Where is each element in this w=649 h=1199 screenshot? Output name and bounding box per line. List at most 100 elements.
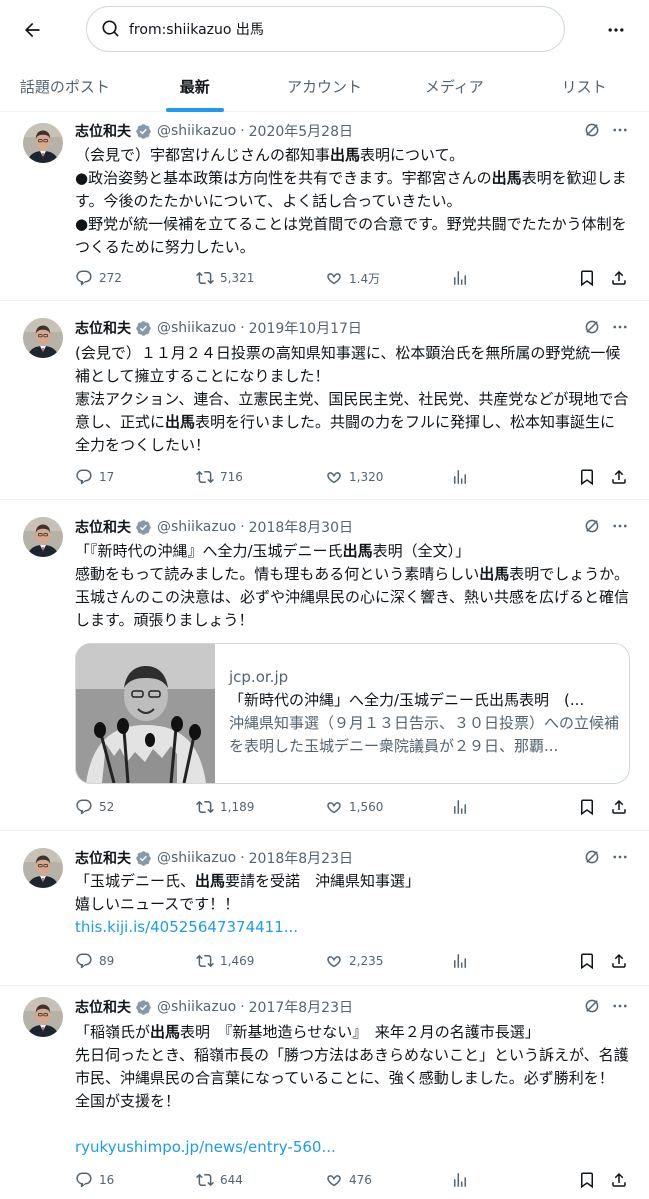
reply-count: 89: [99, 954, 115, 968]
tab-top[interactable]: 話題のポスト: [0, 60, 130, 112]
share-button[interactable]: [610, 798, 634, 816]
share-icon: [610, 952, 628, 970]
highlight-term: 出馬: [150, 1023, 181, 1041]
grok-icon[interactable]: [583, 848, 601, 866]
search-input[interactable]: [129, 21, 529, 37]
tweet[interactable]: 志位和夫 @shiikazuo · 2020年5月28日 （会見で）宇都宮けんじ…: [0, 113, 649, 301]
grok-icon[interactable]: [583, 997, 601, 1015]
grok-icon[interactable]: [583, 121, 601, 139]
reply-button[interactable]: 272: [75, 269, 122, 287]
author-name[interactable]: 志位和夫: [75, 121, 131, 141]
search-box[interactable]: [86, 6, 565, 52]
author-name[interactable]: 志位和夫: [75, 517, 131, 537]
share-icon: [610, 798, 628, 816]
avatar[interactable]: [23, 517, 63, 557]
tab-label: アカウント: [286, 77, 362, 96]
tweet-more-button[interactable]: [610, 318, 630, 336]
tab-label: リスト: [561, 77, 607, 96]
tab-label: 話題のポスト: [19, 77, 110, 96]
views-button[interactable]: [451, 269, 475, 287]
text-line: (会見で）１１月２４日投票の高知県知事選に、松本顕治氏を無所属の野党統一候補とし…: [75, 344, 621, 385]
views-button[interactable]: [451, 798, 475, 816]
bookmark-button[interactable]: [578, 269, 602, 287]
tab-media[interactable]: メディア: [389, 60, 519, 112]
retweet-button[interactable]: 5,321: [196, 269, 254, 287]
share-button[interactable]: [610, 269, 634, 287]
views-button[interactable]: [451, 468, 475, 486]
author-handle[interactable]: @shiikazuo: [157, 999, 236, 1015]
author-handle[interactable]: @shiikazuo: [157, 320, 236, 336]
retweet-icon: [196, 1171, 214, 1189]
tweet[interactable]: 志位和夫 @shiikazuo · 2018年8月23日 「玉城デニー氏、出馬要…: [0, 832, 649, 986]
tab-lists[interactable]: リスト: [519, 60, 649, 112]
reply-button[interactable]: 89: [75, 952, 114, 970]
verified-badge-icon: [135, 999, 152, 1016]
more-options-button[interactable]: [600, 14, 632, 46]
tweet-more-button[interactable]: [610, 848, 630, 866]
tab-label: メディア: [424, 77, 484, 96]
tweet-more-button[interactable]: [610, 997, 630, 1015]
more-dots-icon: [611, 517, 629, 535]
grok-icon[interactable]: [583, 517, 601, 535]
bookmark-button[interactable]: [578, 798, 602, 816]
bookmark-button[interactable]: [578, 468, 602, 486]
tweet[interactable]: 志位和夫 @shiikazuo · 2017年8月23日 「稲嶺氏が出馬表明 『…: [0, 987, 649, 1199]
highlight-term: 出馬: [165, 413, 196, 431]
reply-button[interactable]: 52: [75, 798, 114, 816]
bookmark-button[interactable]: [578, 1171, 602, 1189]
reply-button[interactable]: 17: [75, 468, 114, 486]
views-button[interactable]: [451, 952, 475, 970]
tweet-text: (会見で）１１月２４日投票の高知県知事選に、松本顕治氏を無所属の野党統一候補とし…: [75, 342, 630, 457]
tab-accounts[interactable]: アカウント: [260, 60, 390, 112]
text-line: 先日伺ったとき、稲嶺市長の「勝つ方法はあきらめないこと」という訴えが、名護市民、…: [75, 1046, 629, 1110]
author-handle[interactable]: @shiikazuo: [157, 519, 236, 535]
tweet-date[interactable]: 2018年8月23日: [249, 848, 353, 868]
views-button[interactable]: [451, 1171, 475, 1189]
retweet-button[interactable]: 716: [196, 468, 243, 486]
retweet-button[interactable]: 1,189: [196, 798, 254, 816]
reply-button[interactable]: 16: [75, 1171, 114, 1189]
tab-latest[interactable]: 最新: [130, 60, 260, 112]
avatar[interactable]: [23, 997, 63, 1037]
tweet-date[interactable]: 2019年10月17日: [249, 318, 362, 338]
share-button[interactable]: [610, 952, 634, 970]
like-button[interactable]: 1,320: [325, 468, 383, 486]
separator-dot: ·: [240, 519, 245, 535]
separator-dot: ·: [240, 320, 245, 336]
tweet-link[interactable]: ryukyushimpo.jp/news/entry-560...: [75, 1138, 336, 1156]
more-dots-icon: [611, 318, 629, 336]
avatar[interactable]: [23, 123, 63, 163]
back-button[interactable]: [16, 14, 48, 46]
link-card[interactable]: jcp.or.jp 「新時代の沖縄」へ全力/玉城デニー氏出馬表明 (... 沖縄…: [75, 643, 630, 784]
share-button[interactable]: [610, 468, 634, 486]
retweet-button[interactable]: 1,469: [196, 952, 254, 970]
grok-icon[interactable]: [583, 318, 601, 336]
author-handle[interactable]: @shiikazuo: [157, 123, 236, 139]
author-handle[interactable]: @shiikazuo: [157, 850, 236, 866]
tweet-more-button[interactable]: [610, 517, 630, 535]
like-button[interactable]: 476: [325, 1171, 372, 1189]
author-name[interactable]: 志位和夫: [75, 848, 131, 868]
like-button[interactable]: 2,235: [325, 952, 383, 970]
tweet-more-button[interactable]: [610, 121, 630, 139]
tweet-date[interactable]: 2017年8月23日: [249, 997, 353, 1017]
bookmark-button[interactable]: [578, 952, 602, 970]
tweet-date[interactable]: 2018年8月30日: [249, 517, 353, 537]
tweet[interactable]: 志位和夫 @shiikazuo · 2018年8月30日 「『新時代の沖縄』へ全…: [0, 501, 649, 831]
highlight-term: 出馬: [342, 542, 373, 560]
avatar[interactable]: [23, 318, 63, 358]
share-button[interactable]: [610, 1171, 634, 1189]
avatar[interactable]: [23, 848, 63, 888]
tweet-link[interactable]: this.kiji.is/40525647374411...: [75, 918, 298, 936]
text-line: 表明（全文）」: [372, 542, 471, 560]
tweet-date[interactable]: 2020年5月28日: [249, 121, 353, 141]
more-dots-icon: [608, 28, 624, 32]
like-icon: [325, 952, 343, 970]
retweet-button[interactable]: 644: [196, 1171, 243, 1189]
separator-dot: ·: [240, 850, 245, 866]
author-name[interactable]: 志位和夫: [75, 318, 131, 338]
author-name[interactable]: 志位和夫: [75, 997, 131, 1017]
tweet[interactable]: 志位和夫 @shiikazuo · 2019年10月17日 (会見で）１１月２４…: [0, 302, 649, 500]
like-button[interactable]: 1.4万: [325, 269, 380, 287]
like-button[interactable]: 1,560: [325, 798, 383, 816]
